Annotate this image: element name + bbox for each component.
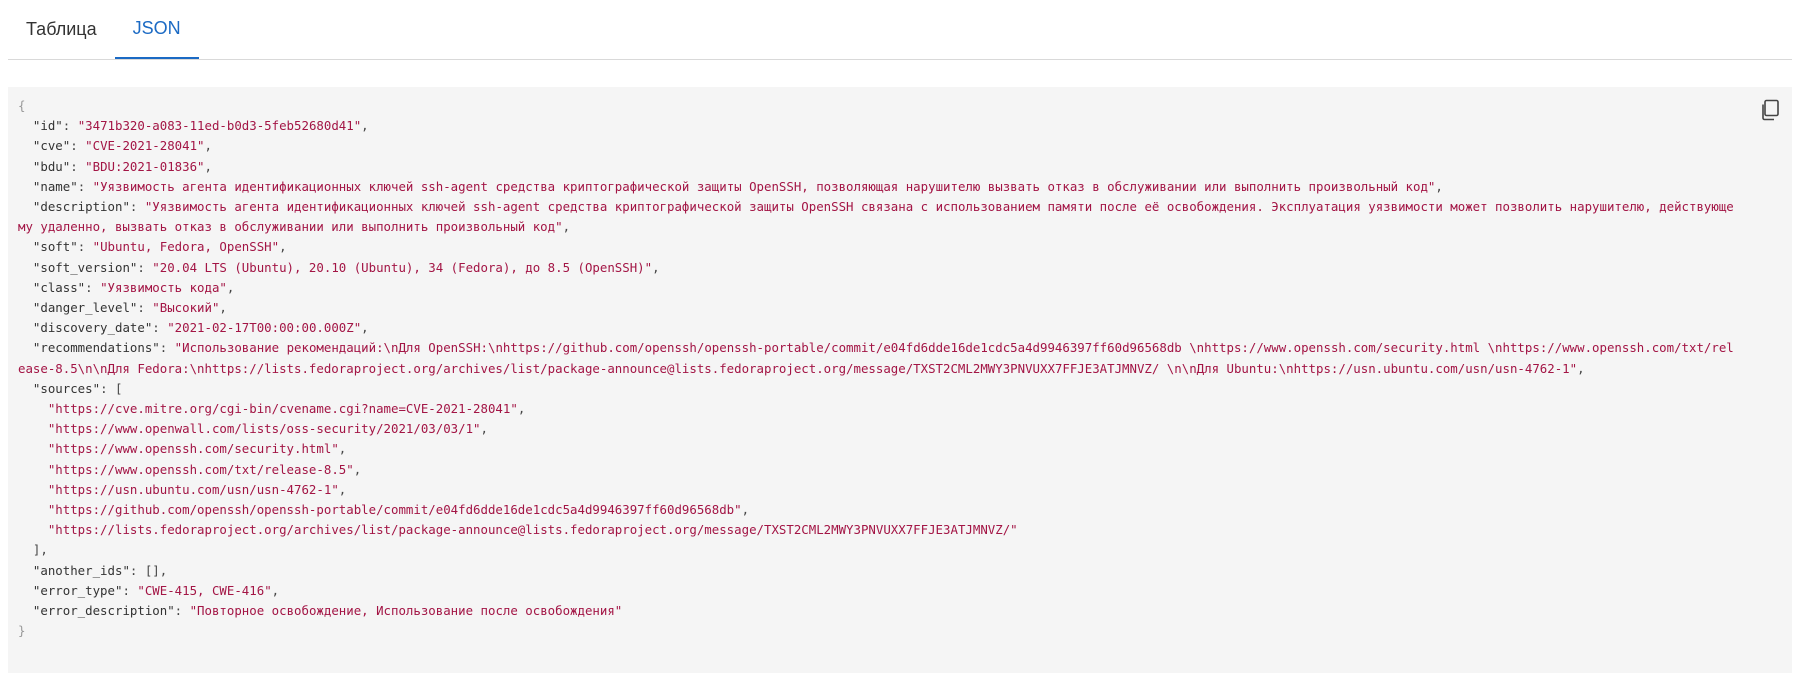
json-value: "Использование рекомендаций:\nДля OpenSS… — [18, 340, 1734, 376]
json-value: "20.04 LTS (Ubuntu), 20.10 (Ubuntu), 34 … — [152, 259, 653, 275]
json-key: "description" — [32, 199, 130, 215]
json-value: "Уязвимость агента идентификационных клю… — [18, 199, 1734, 235]
json-array-item: "https://www.openssh.com/txt/release-8.5… — [47, 461, 354, 477]
json-value: "Уязвимость кода" — [100, 279, 227, 295]
json-key: "sources" — [32, 380, 101, 396]
json-key: "another_ids" — [32, 562, 130, 578]
tab-bar: Таблица JSON — [8, 0, 1792, 60]
copy-icon — [1762, 99, 1779, 121]
json-open-brace: { — [18, 98, 26, 113]
json-array-item: "https://lists.fedoraproject.org/archive… — [47, 522, 1018, 538]
json-value: "Повторное освобождение, Использование п… — [189, 603, 623, 619]
json-value: "CVE-2021-28041" — [85, 138, 205, 154]
json-key: "id" — [32, 118, 63, 134]
json-key: "name" — [32, 178, 78, 194]
json-key: "recommendations" — [32, 340, 160, 356]
json-value: "Высокий" — [152, 300, 220, 316]
tab-table[interactable]: Таблица — [8, 0, 115, 58]
json-value: "CWE-415, CWE-416" — [137, 582, 272, 598]
json-value: "3471b320-a083-11ed-b0d3-5feb52680d41" — [77, 118, 362, 134]
json-array-item: "https://github.com/openssh/openssh-port… — [47, 502, 742, 518]
json-code: { "id": "3471b320-a083-11ed-b0d3-5feb526… — [18, 98, 1734, 639]
json-key: "soft" — [32, 239, 78, 255]
json-key: "cve" — [32, 138, 71, 154]
json-key: "bdu" — [32, 158, 71, 174]
json-value: "BDU:2021-01836" — [85, 158, 205, 174]
json-key: "discovery_date" — [32, 320, 153, 336]
json-value: "Ubuntu, Fedora, OpenSSH" — [92, 239, 280, 255]
json-array-item: "https://www.openwall.com/lists/oss-secu… — [47, 421, 481, 437]
json-array-item: "https://cve.mitre.org/cgi-bin/cvename.c… — [47, 401, 518, 417]
json-array-item: "https://www.openssh.com/security.html" — [47, 441, 339, 457]
copy-button[interactable] — [1760, 99, 1780, 121]
json-array-item: "https://usn.ubuntu.com/usn/usn-4762-1" — [47, 481, 339, 497]
json-value: "2021-02-17T00:00:00.000Z" — [167, 320, 362, 336]
json-key: "error_type" — [32, 582, 123, 598]
json-key: "danger_level" — [32, 300, 138, 316]
json-value: "Уязвимость агента идентификационных клю… — [92, 178, 1436, 194]
json-key: "error_description" — [32, 603, 175, 619]
json-close-brace: } — [18, 623, 26, 639]
json-key: "class" — [32, 279, 86, 295]
json-key: "soft_version" — [32, 259, 138, 275]
json-viewer: { "id": "3471b320-a083-11ed-b0d3-5feb526… — [8, 87, 1792, 673]
tab-json[interactable]: JSON — [114, 0, 199, 59]
